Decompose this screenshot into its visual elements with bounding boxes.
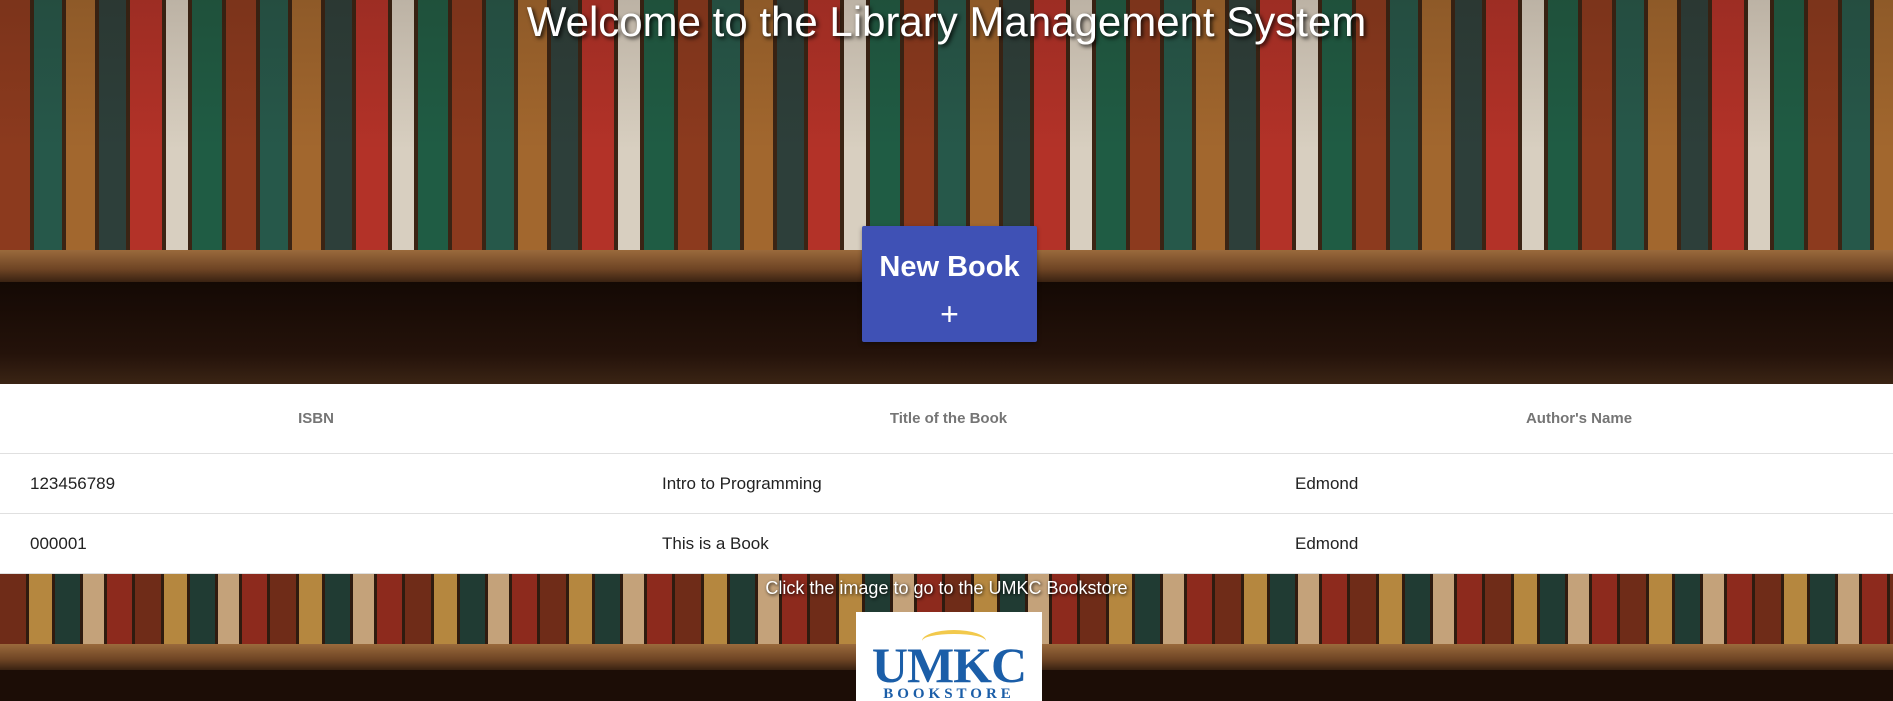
new-book-label: New Book <box>879 251 1020 283</box>
books-table: ISBN Title of the Book Author's Name 123… <box>0 384 1893 574</box>
cell-title: This is a Book <box>632 513 1265 574</box>
bookstore-caption: Click the image to go to the UMKC Bookst… <box>765 578 1128 598</box>
column-header-author[interactable]: Author's Name <box>1265 384 1893 454</box>
cell-title: Intro to Programming <box>632 453 1265 514</box>
logo-subtext: BOOKSTORE <box>883 686 1015 701</box>
cell-author: Edmond <box>1265 513 1893 574</box>
logo-text: UMKC <box>871 637 1027 693</box>
table-header-row: ISBN Title of the Book Author's Name <box>0 384 1893 454</box>
column-header-title[interactable]: Title of the Book <box>632 384 1265 454</box>
table-row[interactable]: 123456789 Intro to Programming Edmond <box>0 453 1893 514</box>
cell-isbn: 123456789 <box>0 453 632 514</box>
column-header-isbn[interactable]: ISBN <box>0 384 632 454</box>
plus-icon: + <box>940 296 959 332</box>
table-row[interactable]: 000001 This is a Book Edmond <box>0 513 1893 574</box>
umkc-bookstore-logo-link[interactable]: UMKC BOOKSTORE <box>856 612 1042 701</box>
page-title: Welcome to the Library Management System <box>526 0 1367 45</box>
cell-isbn: 000001 <box>0 513 632 574</box>
cell-author: Edmond <box>1265 453 1893 514</box>
new-book-button[interactable]: New Book + <box>862 226 1037 342</box>
